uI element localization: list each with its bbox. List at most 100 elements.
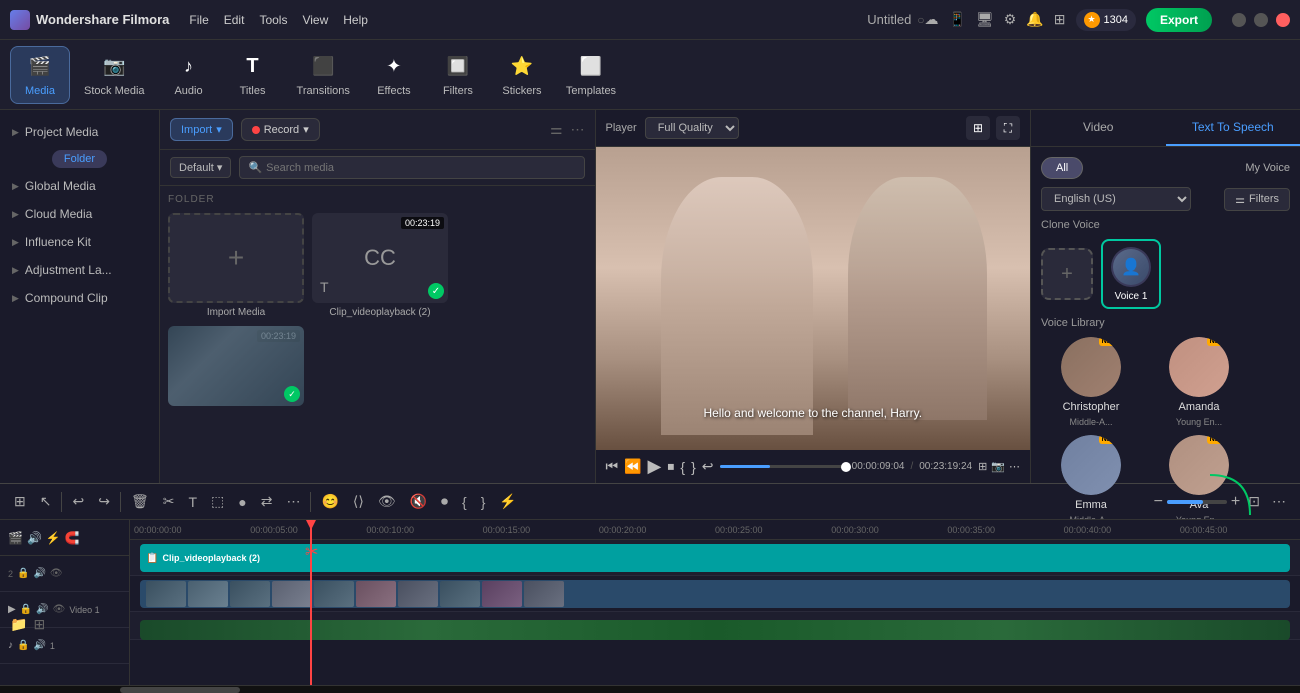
menu-tools[interactable]: Tools (259, 13, 287, 27)
media-more-icon[interactable]: ⋯ (571, 121, 585, 138)
sidebar-item-compound-clip[interactable]: ▶ Compound Clip (0, 284, 159, 312)
sidebar-item-cloud-media[interactable]: ▶ Cloud Media (0, 200, 159, 228)
timeline-scrollbar[interactable] (0, 685, 1300, 693)
menu-file[interactable]: File (189, 13, 208, 27)
track3-clip[interactable] (140, 620, 1290, 640)
menu-view[interactable]: View (302, 13, 328, 27)
fullscreen-icon[interactable]: ⛶ (996, 116, 1020, 140)
mark-in-tl[interactable]: { (458, 492, 471, 512)
track2-clip[interactable] (140, 580, 1290, 608)
language-select[interactable]: English (US) (1041, 187, 1191, 211)
more-tl-button[interactable]: ⋯ (1268, 491, 1290, 512)
undo-button[interactable]: ↩ (68, 491, 88, 512)
tool-stock-media[interactable]: 📷 Stock Media (74, 47, 155, 103)
merge-button[interactable]: ⇄ (257, 491, 277, 512)
all-button[interactable]: All (1041, 157, 1083, 179)
text-tool[interactable]: T (184, 492, 201, 512)
expand-button[interactable]: ⋯ (282, 491, 304, 512)
bell-icon[interactable]: 🔔 (1026, 11, 1043, 28)
add-video-track[interactable]: 🎬 (8, 531, 23, 545)
track3-lock-icon[interactable]: 🔒 (17, 640, 29, 651)
play-back-button[interactable]: ⏪ (624, 458, 641, 475)
menu-edit[interactable]: Edit (224, 13, 245, 27)
tab-tts[interactable]: Text To Speech (1166, 110, 1300, 146)
sidebar-item-adjustment[interactable]: ▶ Adjustment La... (0, 256, 159, 284)
crop-button[interactable]: ⬚ (207, 491, 228, 512)
emoji-button[interactable]: 😊 (317, 491, 342, 512)
tool-media[interactable]: 🎬 Media (10, 46, 70, 104)
tool-stickers[interactable]: ⭐ Stickers (492, 47, 552, 103)
tool-transitions[interactable]: ⬛ Transitions (287, 47, 360, 103)
track1-eye-icon[interactable]: 👁 (50, 568, 63, 579)
select-tool[interactable]: ↖ (36, 491, 56, 512)
more-button[interactable]: ⋯ (1009, 460, 1020, 473)
speed-button[interactable]: ⚡ (495, 491, 520, 512)
monitor-icon[interactable]: 🖥 (976, 11, 994, 28)
eye-button[interactable]: 👁 (374, 491, 400, 512)
minimize-button[interactable] (1232, 13, 1246, 27)
clone-add-button[interactable]: + (1041, 248, 1093, 300)
mute-button[interactable]: 🔇 (406, 491, 431, 512)
voice1-card[interactable]: 👤 Voice 1 (1101, 239, 1161, 309)
grid-button[interactable]: ⊞ (978, 460, 987, 473)
mark-in-button[interactable]: { (680, 459, 685, 475)
screen-icon[interactable]: 📱 (949, 11, 966, 28)
progress-bar[interactable] (720, 465, 846, 468)
ai-audio-button[interactable]: ● (234, 492, 250, 512)
keyframe-button[interactable]: ⟨⟩ (349, 491, 368, 512)
prev-frame-button[interactable]: ⏮ (606, 458, 619, 475)
close-button[interactable] (1276, 13, 1290, 27)
sidebar-item-influence-kit[interactable]: ▶ Influence Kit (0, 228, 159, 256)
track2-audio-icon[interactable]: 🔊 (36, 604, 48, 615)
tool-titles[interactable]: T Titles (223, 47, 283, 103)
split-view-icon[interactable]: ⊞ (966, 116, 990, 140)
folder-add-icon[interactable]: 📁 (10, 616, 27, 633)
snap-button[interactable]: 🧲 (65, 531, 80, 545)
tool-audio[interactable]: ♪ Audio (159, 47, 219, 103)
record-tl-button[interactable]: ⏺ (437, 491, 452, 512)
media-filter-icon[interactable]: ⚌ (550, 121, 563, 138)
snapshot-button[interactable]: 📷 (991, 460, 1005, 473)
import-button[interactable]: Import ▾ (170, 118, 233, 141)
sidebar-item-project-media[interactable]: ▶ Project Media (0, 118, 159, 146)
delete-button[interactable]: 🗑 (127, 491, 153, 512)
tool-effects[interactable]: ✦ Effects (364, 47, 424, 103)
track2-lock-icon[interactable]: 🔒 (20, 604, 32, 615)
folder-button[interactable]: Folder (52, 150, 107, 168)
sidebar-item-global-media[interactable]: ▶ Global Media (0, 172, 159, 200)
cloud-icon[interactable]: ☁ (925, 11, 939, 28)
import-placeholder-thumb[interactable]: + (168, 213, 304, 303)
record-button[interactable]: Record ▾ (241, 118, 320, 141)
voice-card-christopher[interactable]: NEW Christopher Middle-A... (1041, 337, 1141, 427)
cut-button[interactable]: ✂ (159, 491, 179, 512)
filters-button[interactable]: ⚌ Filters (1224, 188, 1290, 211)
grid-view-icon[interactable]: ⊞ (33, 616, 45, 633)
zoom-out-button[interactable]: − (1154, 493, 1163, 511)
clip-cc-thumb[interactable]: 00:23:19 CC T ✓ (312, 213, 448, 303)
tool-filters[interactable]: 🔲 Filters (428, 47, 488, 103)
mark-out-button[interactable]: } (691, 459, 696, 475)
grid-icon[interactable]: ⊞ (1054, 11, 1066, 28)
menu-help[interactable]: Help (343, 13, 368, 27)
tool-templates[interactable]: ⬜ Templates (556, 47, 626, 103)
redo-button[interactable]: ↪ (94, 491, 114, 512)
maximize-button[interactable] (1254, 13, 1268, 27)
mark-out-tl[interactable]: } (477, 492, 490, 512)
quality-select[interactable]: Full Quality (645, 117, 739, 139)
voice-card-amanda[interactable]: NEW Amanda Young En... (1149, 337, 1249, 427)
scroll-thumb[interactable] (120, 687, 240, 693)
add-audio-track[interactable]: 🔊 (27, 531, 42, 545)
my-voice-button[interactable]: My Voice (1245, 162, 1290, 174)
play-button[interactable]: ▶ (648, 456, 662, 477)
search-input[interactable] (266, 162, 575, 174)
clip-thumb[interactable]: 00:23:19 ✓ (168, 326, 304, 406)
track1-lock-icon[interactable]: 🔒 (17, 568, 29, 579)
default-dropdown[interactable]: Default ▾ (170, 157, 231, 178)
export-button[interactable]: Export (1146, 8, 1212, 32)
split-audio-video[interactable]: ⚡ (46, 531, 61, 545)
scenes-button[interactable]: ⊞ (10, 491, 30, 512)
settings-icon[interactable]: ⚙ (1004, 11, 1017, 28)
track1-audio-icon[interactable]: 🔊 (33, 568, 45, 579)
track2-eye-icon[interactable]: 👁 (53, 604, 66, 615)
stop-button[interactable]: ⏹ (667, 458, 674, 475)
